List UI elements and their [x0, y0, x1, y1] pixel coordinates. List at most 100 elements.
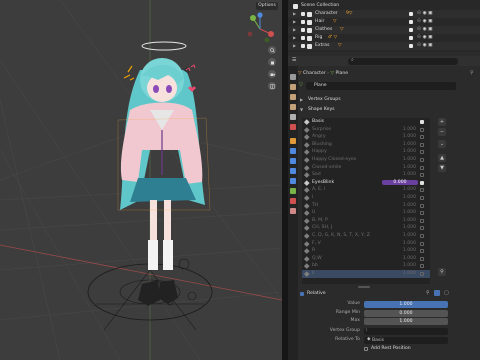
- shape-key-mute-checkbox[interactable]: [420, 165, 424, 170]
- output-tab-icon[interactable]: [290, 94, 296, 100]
- shape-key-row[interactable]: Q,W 1.000: [302, 255, 430, 263]
- shape-key-value[interactable]: 1.000: [390, 133, 416, 141]
- exclude-checkbox[interactable]: [301, 36, 305, 40]
- relative-checkbox[interactable]: [300, 292, 304, 296]
- pan-hand-icon[interactable]: [268, 58, 276, 66]
- shape-key-value[interactable]: 1.000: [390, 164, 416, 172]
- scene-tab-icon[interactable]: [290, 114, 296, 120]
- shape-key-mute-checkbox[interactable]: [420, 158, 424, 162]
- visibility-checkbox[interactable]: [409, 36, 413, 40]
- shape-key-row[interactable]: I 1.000: [302, 194, 430, 202]
- shape-key-row-highlighted[interactable]: ll 1.000: [302, 270, 430, 278]
- tool-tab-icon[interactable]: [290, 74, 296, 80]
- shape-key-row[interactable]: bb 1.000: [302, 262, 430, 270]
- properties-editor-icon[interactable]: ☰: [292, 57, 296, 63]
- outliner-item-character[interactable]: ▶ Character 9▽ ☉◉▣: [288, 10, 480, 18]
- options-button[interactable]: Options: [256, 2, 278, 10]
- shape-key-row[interactable]: U 1.000: [302, 209, 430, 217]
- shape-key-row[interactable]: CH, SH, J 1.000: [302, 224, 430, 232]
- physics-tab-icon[interactable]: [290, 168, 296, 174]
- anime-character-model[interactable]: [0, 0, 282, 360]
- shape-key-row[interactable]: Sad 1.000: [302, 171, 430, 179]
- camera-icon[interactable]: [268, 70, 276, 78]
- expand-triangle-icon[interactable]: ▶: [293, 18, 296, 26]
- add-icon[interactable]: +: [438, 118, 446, 126]
- exclude-checkbox[interactable]: [301, 28, 305, 32]
- shape-key-value[interactable]: 1.000: [390, 262, 416, 270]
- restriction-icons[interactable]: ☉◉▣: [417, 18, 434, 26]
- shape-key-row[interactable]: Happy Closed-eyes 1.000: [302, 156, 430, 164]
- chevron-down-icon[interactable]: ⌄: [438, 140, 446, 148]
- shape-key-value[interactable]: 1.000: [390, 255, 416, 263]
- move-up-icon[interactable]: ▲: [438, 154, 446, 162]
- pin-shape-icon[interactable]: ⚲: [438, 268, 446, 276]
- shape-key-mute-checkbox[interactable]: [420, 256, 424, 261]
- shape-key-value[interactable]: 1.000: [390, 247, 416, 255]
- outliner-scene-collection[interactable]: Scene Collection: [288, 2, 480, 10]
- shape-key-value-slider[interactable]: 0.000: [382, 179, 418, 186]
- view-layer-tab-icon[interactable]: [290, 104, 296, 110]
- shape-key-row[interactable]: F, V 1.000: [302, 240, 430, 248]
- shape-key-mute-checkbox[interactable]: [420, 211, 424, 216]
- expand-triangle-icon[interactable]: ▶: [293, 10, 296, 18]
- shape-key-value[interactable]: 1.000: [390, 186, 416, 194]
- shape-key-row[interactable]: TH 1.000: [302, 202, 430, 210]
- zoom-icon[interactable]: [268, 46, 276, 54]
- pin-icon[interactable]: ⚲: [426, 290, 430, 296]
- shape-key-row[interactable]: A, E, I 1.000: [302, 186, 430, 194]
- shape-key-value[interactable]: 1.000: [390, 126, 416, 134]
- material-tab-icon[interactable]: [290, 198, 296, 204]
- shape-key-mute-checkbox[interactable]: [420, 241, 424, 246]
- lock-icon[interactable]: ▢: [444, 290, 449, 296]
- outliner-item-clothes[interactable]: ▶ Clothes ▽ ☉◉▣: [288, 26, 480, 34]
- shape-key-row-selected[interactable]: EyesBlink 0.000: [302, 179, 430, 187]
- shape-key-mute-checkbox[interactable]: [420, 264, 424, 269]
- exclude-checkbox[interactable]: [301, 12, 305, 16]
- shape-key-mute-checkbox[interactable]: [420, 218, 424, 223]
- restriction-icons[interactable]: ☉◉▣: [417, 42, 434, 50]
- exclude-checkbox[interactable]: [301, 20, 305, 24]
- shape-key-mute-checkbox[interactable]: [420, 203, 424, 208]
- expand-triangle-icon[interactable]: ▶: [293, 34, 296, 42]
- shape-key-row[interactable]: Angry 1.000: [302, 133, 430, 141]
- shape-key-mute-checkbox[interactable]: [420, 226, 424, 231]
- shape-keys-list[interactable]: Basis Surprise 1.000 Angry 1.000 Blushin…: [302, 118, 430, 284]
- shape-key-value[interactable]: 1.000: [390, 141, 416, 149]
- modifier-tab-icon[interactable]: [290, 148, 296, 154]
- shape-key-mute-checkbox[interactable]: [420, 120, 424, 124]
- shape-key-value[interactable]: 1.000: [390, 240, 416, 248]
- shape-key-mute-checkbox[interactable]: [420, 188, 424, 193]
- shape-key-value[interactable]: 1.000: [390, 156, 416, 164]
- shape-key-value[interactable]: 1.000: [390, 270, 416, 278]
- shape-key-value[interactable]: 1.000: [390, 217, 416, 225]
- shape-key-mute-checkbox[interactable]: [420, 272, 424, 276]
- value-slider[interactable]: 1.000: [364, 300, 448, 308]
- shape-key-mute-checkbox[interactable]: [420, 150, 424, 155]
- outliner-item-hair[interactable]: ▶ Hair ▽ ☉◉▣: [288, 18, 480, 26]
- shape-key-value[interactable]: 1.000: [390, 171, 416, 179]
- shape-key-row[interactable]: Surprise 1.000: [302, 126, 430, 134]
- max-field[interactable]: 1.000: [364, 317, 448, 325]
- shape-key-row[interactable]: R 1.000: [302, 247, 430, 255]
- shape-key-row[interactable]: Basis: [302, 118, 430, 126]
- properties-search-input[interactable]: ⌕: [348, 57, 458, 65]
- mesh-data-selector[interactable]: Plane: [306, 82, 456, 90]
- vertex-group-field[interactable]: [364, 327, 448, 335]
- outliner-item-rig[interactable]: ▶ Rig ♂ ▽ ☉◉▣: [288, 34, 480, 42]
- shape-key-row[interactable]: Blushing 1.000: [302, 141, 430, 149]
- shape-key-row[interactable]: Happy 1.000: [302, 148, 430, 156]
- exclude-checkbox[interactable]: [301, 44, 305, 48]
- shape-key-value[interactable]: 1.000: [390, 148, 416, 156]
- restriction-icons[interactable]: ☉◉▣: [417, 26, 434, 34]
- vertex-groups-panel-header[interactable]: ▶ Vertex Groups: [300, 96, 468, 104]
- expand-triangle-icon[interactable]: ▶: [293, 26, 296, 34]
- shape-key-mute-checkbox[interactable]: [420, 173, 424, 178]
- expand-triangle-icon[interactable]: ▶: [293, 42, 296, 50]
- shape-key-value[interactable]: 1.000: [390, 202, 416, 210]
- visibility-checkbox[interactable]: [409, 44, 413, 48]
- shape-key-mute-checkbox[interactable]: [420, 196, 424, 200]
- shape-key-row[interactable]: B, M, P 1.000: [302, 217, 430, 225]
- restriction-icons[interactable]: ☉◉▣: [417, 10, 434, 18]
- add-rest-position-checkbox[interactable]: [364, 347, 368, 351]
- shape-key-value[interactable]: 1.000: [390, 209, 416, 217]
